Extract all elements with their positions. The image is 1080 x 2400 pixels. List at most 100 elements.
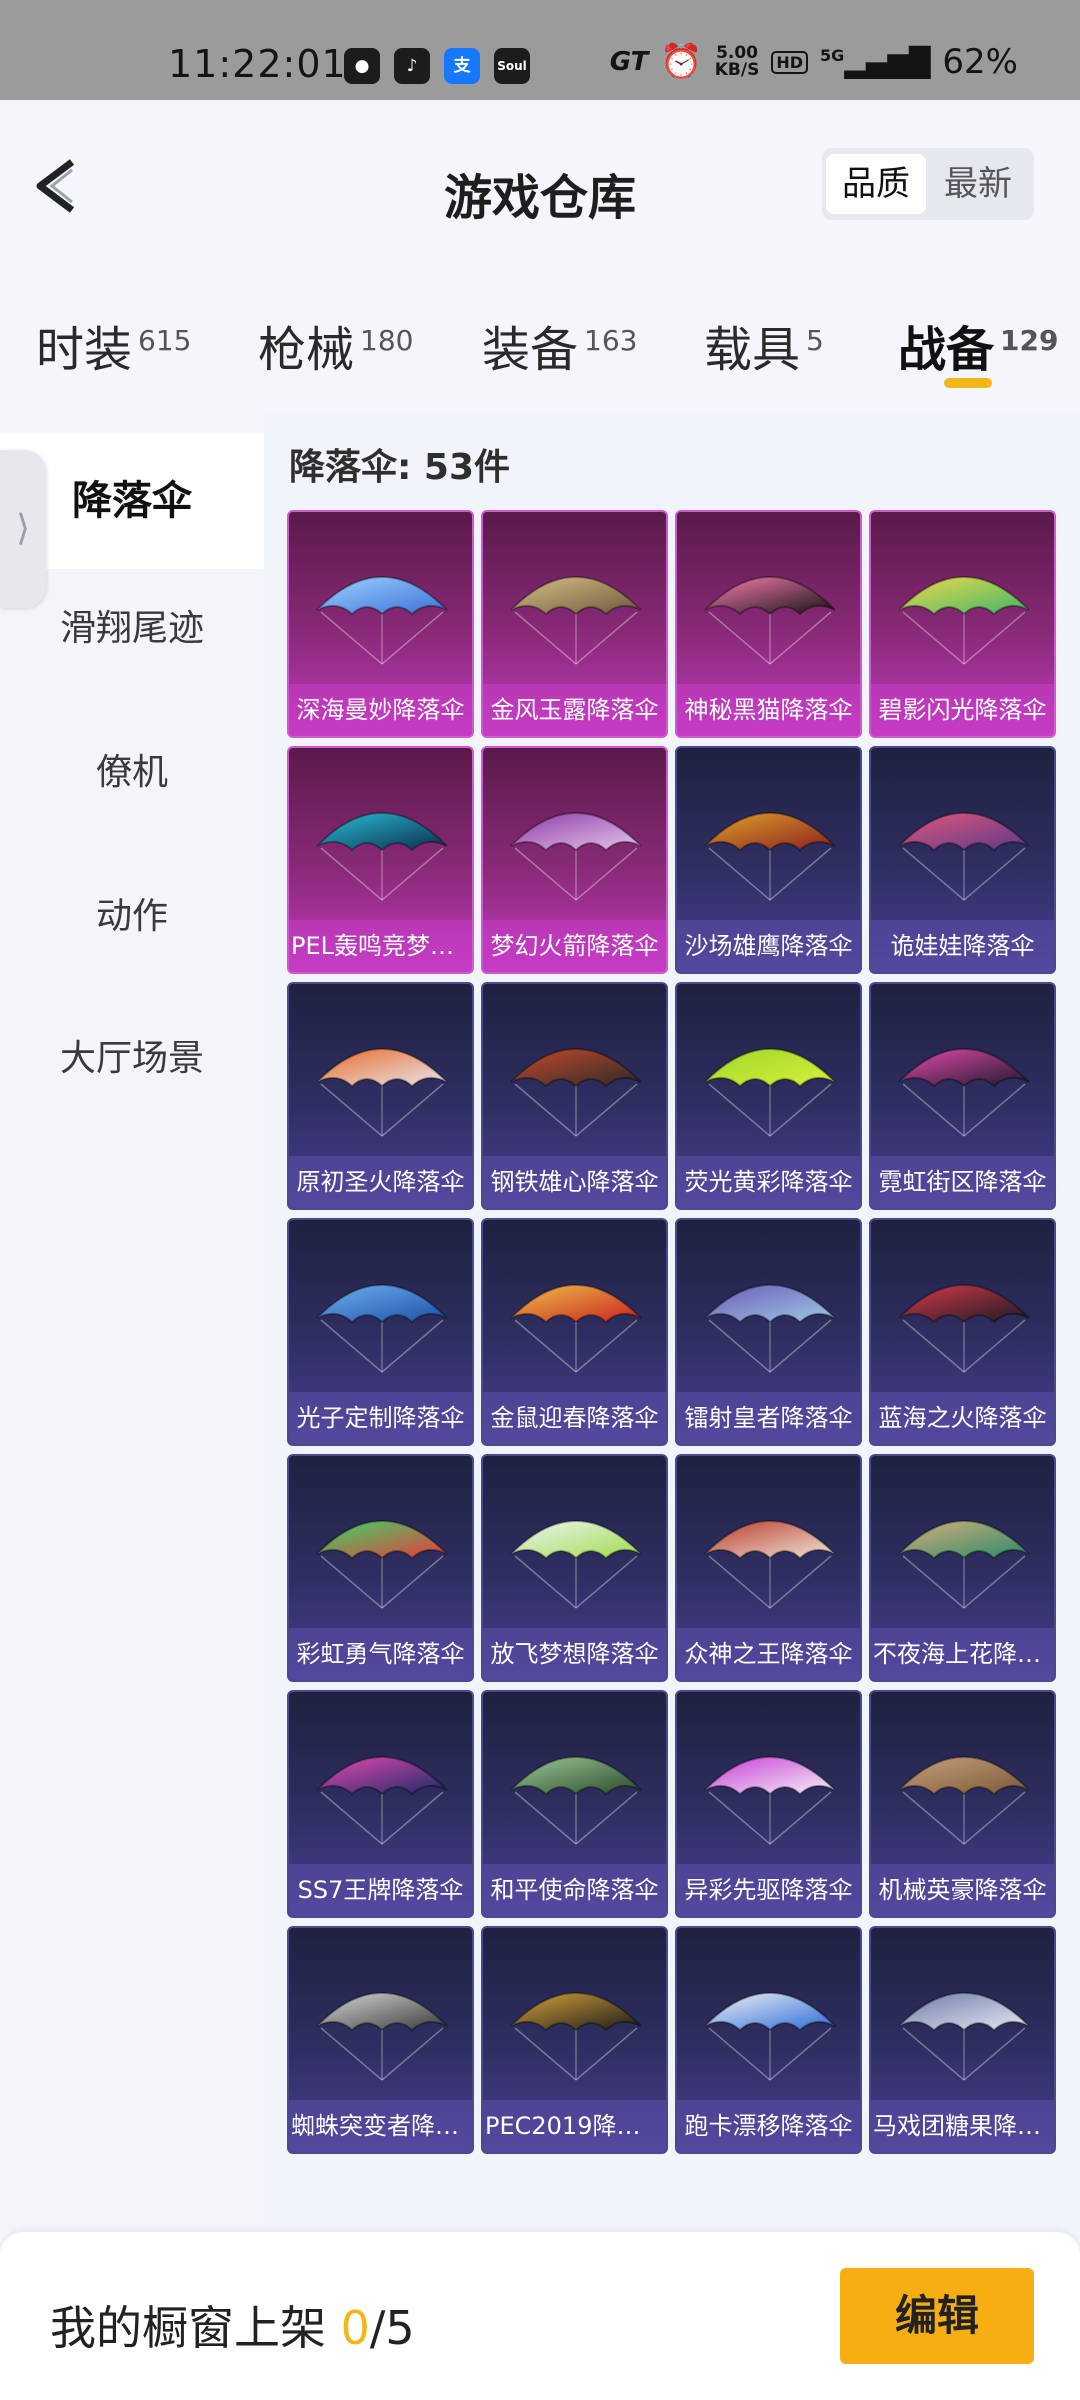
- item-count-label: 降落伞: 53件: [289, 447, 511, 488]
- parachute-icon: [510, 1048, 642, 1137]
- parachute-icon: [898, 812, 1030, 901]
- sidebar-item-lobby-scene[interactable]: 大厅场景: [0, 1023, 264, 1095]
- tab-label: 装备: [482, 322, 579, 378]
- item-card[interactable]: 钢铁雄心降落伞: [481, 982, 668, 1210]
- item-card[interactable]: 镭射皇者降落伞: [675, 1218, 862, 1446]
- item-card[interactable]: 深海曼妙降落伞: [287, 510, 474, 738]
- status-bar: 11:22:01 ● ♪ 支 Soul GT ⏰ 5.00 KB/S HD 5G▂▄▆…: [0, 0, 1080, 100]
- showcase-label: 我的橱窗上架 0/5: [50, 2292, 415, 2358]
- sidebar-item-wingman[interactable]: 僚机: [0, 737, 264, 809]
- tab-vehicles[interactable]: 载具 5: [704, 310, 824, 380]
- net-speed-unit: KB/S: [714, 60, 760, 80]
- item-card[interactable]: 霓虹街区降落伞: [869, 982, 1056, 1210]
- showcase-current-count: 0: [340, 2301, 370, 2355]
- tab-label: 枪械: [258, 322, 355, 378]
- tab-costume[interactable]: 时装 615: [36, 310, 191, 380]
- showcase-total: /5: [369, 2301, 415, 2355]
- tab-label: 载具: [704, 322, 801, 378]
- hd-icon: HD: [771, 50, 809, 74]
- battery-level: 62%: [942, 42, 1018, 82]
- item-card[interactable]: 和平使命降落伞: [481, 1690, 668, 1918]
- item-name: 不夜海上花降落伞: [871, 1628, 1054, 1680]
- parachute-icon: [316, 1048, 448, 1137]
- item-card[interactable]: 不夜海上花降落伞: [869, 1454, 1056, 1682]
- item-card[interactable]: 马戏团糖果降落伞: [869, 1926, 1056, 2154]
- item-name: 马戏团糖果降落伞: [871, 2100, 1054, 2152]
- item-name: 和平使命降落伞: [483, 1864, 666, 1916]
- net-speed: 5.00 KB/S: [715, 45, 760, 79]
- parachute-icon: [510, 1992, 642, 2081]
- parachute-icon: [898, 576, 1030, 665]
- item-name: 机械英豪降落伞: [871, 1864, 1054, 1916]
- item-name: 钢铁雄心降落伞: [483, 1156, 666, 1208]
- item-name: 诡娃娃降落伞: [871, 920, 1054, 972]
- item-card[interactable]: 众神之王降落伞: [675, 1454, 862, 1682]
- sidebar-item-emote[interactable]: 动作: [0, 881, 264, 953]
- item-card[interactable]: 跑卡漂移降落伞: [675, 1926, 862, 2154]
- soul-icon: Soul: [494, 48, 530, 84]
- status-right: GT ⏰ 5.00 KB/S HD 5G▂▄▆█ 62%: [610, 42, 1018, 82]
- item-name: 沙场雄鹰降落伞: [677, 920, 860, 972]
- signal-label: 5G: [820, 45, 845, 65]
- item-card[interactable]: 异彩先驱降落伞: [675, 1690, 862, 1918]
- item-card[interactable]: PEC2019降落伞: [481, 1926, 668, 2154]
- parachute-icon: [704, 1048, 836, 1137]
- edit-button[interactable]: 编辑: [840, 2268, 1034, 2364]
- parachute-icon: [898, 1992, 1030, 2081]
- item-card[interactable]: 蓝海之火降落伞: [869, 1218, 1056, 1446]
- item-card[interactable]: 诡娃娃降落伞: [869, 746, 1056, 974]
- item-card[interactable]: 沙场雄鹰降落伞: [675, 746, 862, 974]
- category-tabs: 时装 615 枪械 180 装备 163 载具 5 战备 129: [0, 280, 1080, 400]
- item-card[interactable]: 彩虹勇气降落伞: [287, 1454, 474, 1682]
- item-card[interactable]: PEL轰鸣竞梦者降落伞: [287, 746, 474, 974]
- parachute-icon: [316, 812, 448, 901]
- item-card[interactable]: 神秘黑猫降落伞: [675, 510, 862, 738]
- sort-newest-button[interactable]: 最新: [928, 154, 1028, 214]
- parachute-icon: [510, 1520, 642, 1609]
- item-card[interactable]: 放飞梦想降落伞: [481, 1454, 668, 1682]
- item-card[interactable]: 梦幻火箭降落伞: [481, 746, 668, 974]
- item-name: 梦幻火箭降落伞: [483, 920, 666, 972]
- sort-quality-button[interactable]: 品质: [826, 154, 926, 214]
- showcase-text: 我的橱窗上架: [50, 2301, 341, 2355]
- gt-icon: GT: [609, 47, 649, 77]
- item-name: 荧光黄彩降落伞: [677, 1156, 860, 1208]
- wechat-icon: ●: [344, 48, 380, 84]
- parachute-icon: [704, 812, 836, 901]
- item-name: 蜘蛛突变者降落伞: [289, 2100, 472, 2152]
- item-name: 异彩先驱降落伞: [677, 1864, 860, 1916]
- item-name: PEL轰鸣竞梦者降落伞: [289, 920, 472, 972]
- tab-weapons[interactable]: 枪械 180: [258, 310, 413, 380]
- item-card[interactable]: 金风玉露降落伞: [481, 510, 668, 738]
- header: 游戏仓库 品质 最新: [0, 100, 1080, 260]
- item-card[interactable]: SS7王牌降落伞: [287, 1690, 474, 1918]
- tab-label: 战备: [898, 322, 995, 378]
- item-card[interactable]: 蜘蛛突变者降落伞: [287, 1926, 474, 2154]
- item-card[interactable]: 金鼠迎春降落伞: [481, 1218, 668, 1446]
- item-name: 原初圣火降落伞: [289, 1156, 472, 1208]
- parachute-icon: [898, 1756, 1030, 1845]
- item-card[interactable]: 机械英豪降落伞: [869, 1690, 1056, 1918]
- item-card[interactable]: 碧影闪光降落伞: [869, 510, 1056, 738]
- parachute-icon: [510, 576, 642, 665]
- tab-equipment[interactable]: 装备 163: [482, 310, 637, 380]
- item-name: 神秘黑猫降落伞: [677, 684, 860, 736]
- sidebar-item-glide-trail[interactable]: 滑翔尾迹: [0, 593, 264, 665]
- item-name: 镭射皇者降落伞: [677, 1392, 860, 1444]
- tab-count: 163: [584, 324, 638, 357]
- item-name: 众神之王降落伞: [677, 1628, 860, 1680]
- item-card[interactable]: 光子定制降落伞: [287, 1218, 474, 1446]
- item-name: 放飞梦想降落伞: [483, 1628, 666, 1680]
- drawer-expand-icon[interactable]: ⟩: [0, 450, 46, 608]
- parachute-icon: [510, 1284, 642, 1373]
- parachute-icon: [316, 1520, 448, 1609]
- parachute-icon: [704, 1756, 836, 1845]
- tab-battle-gear[interactable]: 战备 129: [898, 310, 1058, 380]
- item-name: 蓝海之火降落伞: [871, 1392, 1054, 1444]
- tiktok-icon: ♪: [394, 48, 430, 84]
- item-card[interactable]: 原初圣火降落伞: [287, 982, 474, 1210]
- item-name: 霓虹街区降落伞: [871, 1156, 1054, 1208]
- item-card[interactable]: 荧光黄彩降落伞: [675, 982, 862, 1210]
- parachute-icon: [898, 1048, 1030, 1137]
- tab-count: 180: [360, 324, 414, 357]
